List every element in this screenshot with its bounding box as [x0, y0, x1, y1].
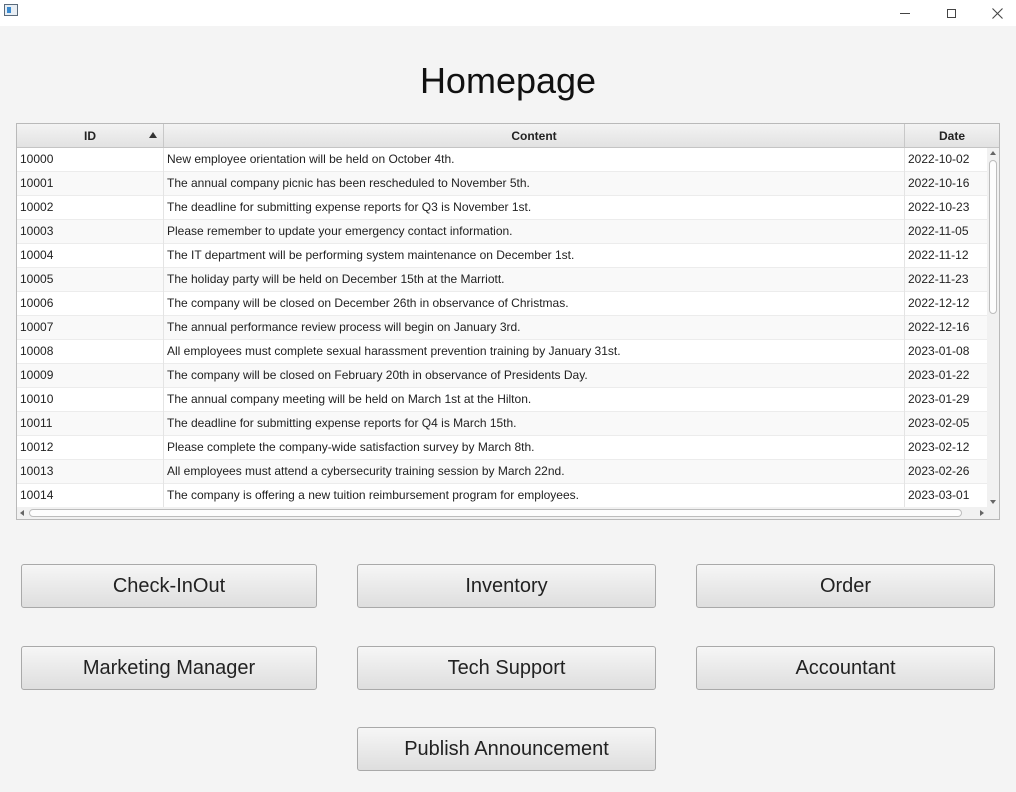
cell-id: 10003 [17, 220, 164, 244]
cell-id: 10006 [17, 292, 164, 316]
table-row[interactable]: 10003 Please remember to update your eme… [17, 220, 987, 244]
close-button[interactable] [974, 0, 1016, 26]
cell-content: The annual company meeting will be held … [164, 388, 905, 412]
cell-content: The holiday party will be held on Decemb… [164, 268, 905, 292]
scroll-left-icon[interactable] [20, 510, 24, 516]
table-row[interactable]: 10013 All employees must attend a cybers… [17, 460, 987, 484]
cell-content: The IT department will be performing sys… [164, 244, 905, 268]
cell-id: 10012 [17, 436, 164, 460]
scroll-down-icon[interactable] [990, 500, 996, 504]
cell-id: 10001 [17, 172, 164, 196]
cell-id: 10007 [17, 316, 164, 340]
maximize-button[interactable] [928, 0, 974, 26]
table-row[interactable]: 10009 The company will be closed on Febr… [17, 364, 987, 388]
table-row[interactable]: 10001 The annual company picnic has been… [17, 172, 987, 196]
table-row[interactable]: 10002 The deadline for submitting expens… [17, 196, 987, 220]
close-icon [991, 7, 1003, 19]
marketing-manager-button[interactable]: Marketing Manager [21, 646, 317, 690]
app-window: Homepage ID Content Date 10000 New emplo… [0, 0, 1016, 792]
cell-date: 2022-10-02 [908, 152, 970, 166]
table-row[interactable]: 10007 The annual performance review proc… [17, 316, 987, 340]
cell-id: 10010 [17, 388, 164, 412]
cell-date: 2023-01-22 [908, 368, 970, 382]
table-row[interactable]: 10010 The annual company meeting will be… [17, 388, 987, 412]
column-header-content[interactable]: Content [164, 124, 905, 147]
horizontal-scrollbar[interactable] [17, 507, 987, 519]
tech-support-button[interactable]: Tech Support [357, 646, 656, 690]
cell-date: 2022-11-12 [908, 248, 969, 262]
cell-date: 2022-11-05 [908, 224, 969, 238]
minimize-icon [900, 12, 910, 14]
column-header-content-label: Content [511, 129, 557, 143]
cell-id: 10011 [17, 412, 164, 436]
cell-date: 2022-10-16 [908, 176, 970, 190]
cell-date: 2022-10-23 [908, 200, 970, 214]
scrollbar-corner [987, 507, 999, 519]
cell-id: 10008 [17, 340, 164, 364]
order-button[interactable]: Order [696, 564, 995, 608]
cell-content: New employee orientation will be held on… [164, 148, 905, 172]
cell-content: Please complete the company-wide satisfa… [164, 436, 905, 460]
column-header-date-label: Date [938, 129, 965, 143]
cell-id: 10004 [17, 244, 164, 268]
vertical-scroll-thumb[interactable] [989, 160, 997, 314]
cell-id: 10000 [17, 148, 164, 172]
horizontal-scroll-thumb[interactable] [29, 509, 962, 517]
table-row[interactable]: 10004 The IT department will be performi… [17, 244, 987, 268]
table-row[interactable]: 10011 The deadline for submitting expens… [17, 412, 987, 436]
table-body: 10000 New employee orientation will be h… [17, 148, 987, 507]
table-header: ID Content Date [17, 124, 999, 148]
scroll-up-icon[interactable] [990, 151, 996, 155]
cell-content: The deadline for submitting expense repo… [164, 412, 905, 436]
column-header-id[interactable]: ID [17, 124, 164, 147]
announcements-table[interactable]: ID Content Date 10000 New employee orien… [16, 123, 1000, 520]
column-header-id-label: ID [84, 129, 96, 143]
cell-id: 10005 [17, 268, 164, 292]
cell-date: 2023-01-08 [908, 344, 970, 358]
cell-date: 2023-03-01 [908, 488, 970, 502]
cell-date: 2022-11-23 [908, 272, 969, 286]
cell-content: The company will be closed on December 2… [164, 292, 905, 316]
vertical-scrollbar[interactable] [987, 148, 999, 507]
table-row[interactable]: 10000 New employee orientation will be h… [17, 148, 987, 172]
table-row[interactable]: 10006 The company will be closed on Dece… [17, 292, 987, 316]
cell-content: All employees must attend a cybersecurit… [164, 460, 905, 484]
sort-ascending-icon [149, 132, 157, 138]
cell-content: Please remember to update your emergency… [164, 220, 905, 244]
cell-date: 2023-02-12 [908, 440, 970, 454]
table-row[interactable]: 10012 Please complete the company-wide s… [17, 436, 987, 460]
accountant-button[interactable]: Accountant [696, 646, 995, 690]
cell-content: The annual company picnic has been resch… [164, 172, 905, 196]
inventory-button[interactable]: Inventory [357, 564, 656, 608]
cell-date: 2023-01-29 [908, 392, 970, 406]
cell-date: 2023-02-26 [908, 464, 970, 478]
cell-date: 2023-02-05 [908, 416, 970, 430]
cell-id: 10013 [17, 460, 164, 484]
cell-date: 2022-12-12 [908, 296, 970, 310]
minimize-button[interactable] [882, 0, 928, 26]
cell-date: 2022-12-16 [908, 320, 970, 334]
title-bar [0, 0, 1016, 26]
cell-content: The annual performance review process wi… [164, 316, 905, 340]
cell-id: 10002 [17, 196, 164, 220]
page-title: Homepage [419, 60, 597, 101]
publish-announcement-button[interactable]: Publish Announcement [357, 727, 656, 771]
cell-content: The deadline for submitting expense repo… [164, 196, 905, 220]
maximize-icon [946, 8, 956, 18]
table-row[interactable]: 10008 All employees must complete sexual… [17, 340, 987, 364]
check-inout-button[interactable]: Check-InOut [21, 564, 317, 608]
table-row[interactable]: 10014 The company is offering a new tuit… [17, 484, 987, 507]
cell-id: 10009 [17, 364, 164, 388]
cell-content: All employees must complete sexual haras… [164, 340, 905, 364]
column-header-date[interactable]: Date [905, 124, 999, 147]
cell-id: 10014 [17, 484, 164, 507]
cell-content: The company will be closed on February 2… [164, 364, 905, 388]
app-icon [4, 4, 18, 16]
scroll-right-icon[interactable] [980, 510, 984, 516]
table-row[interactable]: 10005 The holiday party will be held on … [17, 268, 987, 292]
cell-content: The company is offering a new tuition re… [164, 484, 905, 507]
